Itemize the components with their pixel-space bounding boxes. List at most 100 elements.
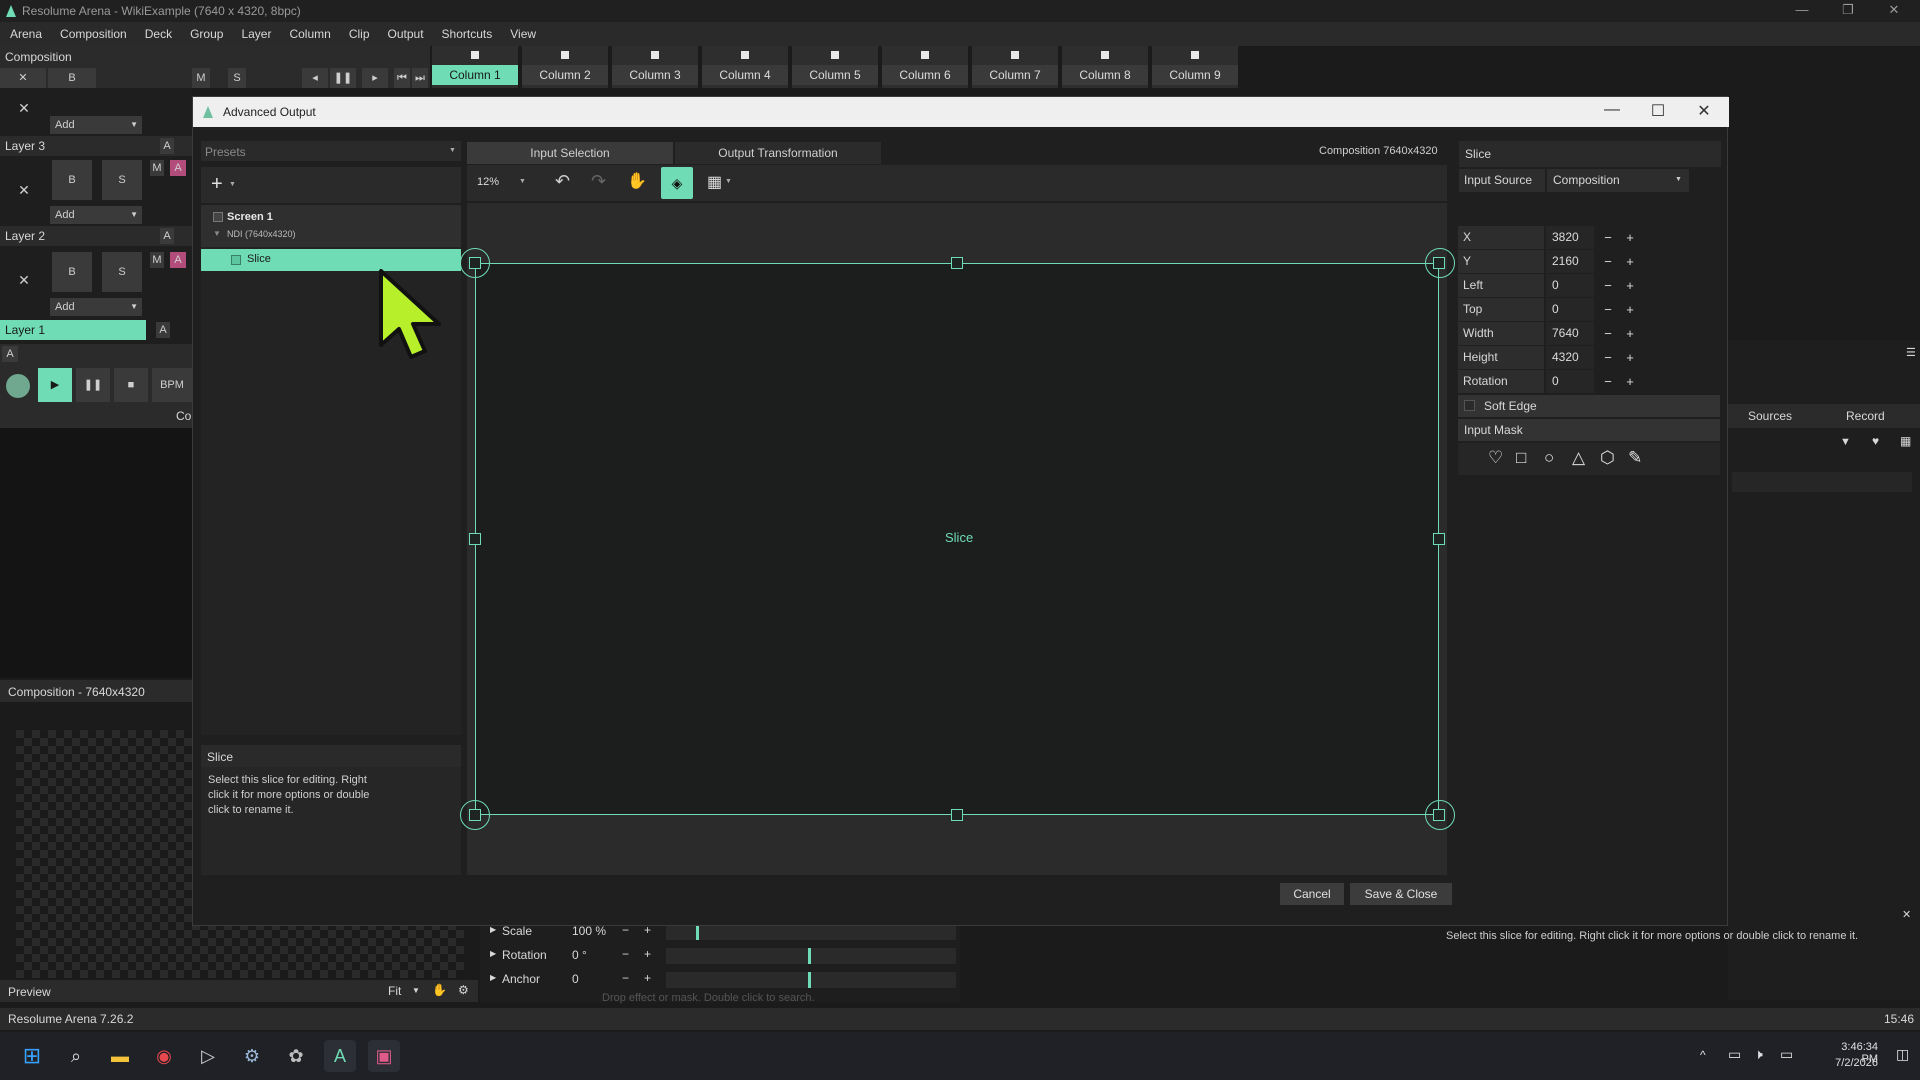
menu-deck[interactable]: Deck xyxy=(135,22,180,46)
chrome-icon[interactable]: ◉ xyxy=(148,1040,180,1072)
plus-icon[interactable]: + xyxy=(1620,250,1640,273)
battery-icon[interactable]: ▭ xyxy=(1780,1046,1793,1063)
param-scale-slider[interactable] xyxy=(666,924,956,940)
chevron-down-icon[interactable]: ▼ xyxy=(725,178,732,185)
hand-tool-icon[interactable]: ✋ xyxy=(627,171,647,191)
param-rotation-value[interactable]: 0 ° xyxy=(572,948,587,962)
handle-top[interactable] xyxy=(951,257,963,269)
plus-icon[interactable]: + xyxy=(1620,322,1640,345)
layer-2-clear-icon[interactable]: ✕ xyxy=(6,270,42,290)
browser-search-input[interactable] xyxy=(1732,472,1912,492)
search-icon[interactable]: ⌕ xyxy=(60,1040,92,1072)
menu-column[interactable]: Column xyxy=(279,22,338,46)
layer-2-mute-button[interactable]: M xyxy=(150,252,164,268)
composition-solo-button[interactable]: S xyxy=(228,68,246,88)
expand-arrow-icon[interactable]: ▶ xyxy=(490,925,496,934)
add-screen-icon[interactable]: + xyxy=(211,173,223,196)
layer-4-add-dropdown[interactable]: Add ▼ xyxy=(50,116,142,134)
rectangle-mask-icon[interactable]: □ xyxy=(1516,448,1526,468)
param-rotation-slider[interactable] xyxy=(666,948,956,964)
cancel-button[interactable]: Cancel xyxy=(1280,883,1344,905)
tab-output-transformation[interactable]: Output Transformation xyxy=(675,142,881,164)
tree-item-screen[interactable]: Screen 1 ▼ NDI (7640x4320) xyxy=(201,205,461,247)
prop-value-width[interactable]: 7640 xyxy=(1546,322,1594,345)
prop-value-height[interactable]: 4320 xyxy=(1546,346,1594,369)
param-anchor-slider[interactable] xyxy=(666,972,956,988)
chevron-down-icon[interactable]: ▼ xyxy=(229,181,236,188)
tab-input-selection[interactable]: Input Selection xyxy=(467,142,673,164)
menu-output[interactable]: Output xyxy=(378,22,432,46)
plus-icon[interactable]: + xyxy=(1620,274,1640,297)
layer-3-clear-icon[interactable]: ✕ xyxy=(6,180,42,200)
menu-composition[interactable]: Composition xyxy=(50,22,135,46)
soft-edge-checkbox[interactable] xyxy=(1464,400,1475,411)
next-column-icon[interactable]: ▸ xyxy=(362,68,388,88)
layer-3-bypass-button[interactable]: B xyxy=(52,160,92,200)
plus-icon[interactable]: + xyxy=(1620,226,1640,249)
minus-icon[interactable]: − xyxy=(1598,250,1618,273)
skip-forward-icon[interactable]: ⏭ xyxy=(412,68,428,88)
handle-bottom[interactable] xyxy=(951,809,963,821)
skip-back-icon[interactable]: ⏮ xyxy=(394,68,410,88)
handle-top-left[interactable] xyxy=(469,257,481,269)
maximize-icon[interactable]: ☐ xyxy=(1643,101,1673,123)
column-8-button[interactable]: Column 8 xyxy=(1062,46,1150,88)
menu-shortcuts[interactable]: Shortcuts xyxy=(432,22,501,46)
slider-handle[interactable] xyxy=(696,924,699,940)
soft-edge-row[interactable]: Soft Edge xyxy=(1458,395,1720,417)
layer-2-header[interactable]: Layer 2 A xyxy=(0,226,192,246)
plus-icon[interactable]: + xyxy=(1620,298,1640,321)
slider-handle[interactable] xyxy=(808,972,811,988)
triangle-mask-icon[interactable]: △ xyxy=(1572,448,1585,468)
param-anchor-value[interactable]: 0 xyxy=(572,972,579,986)
handle-top-right[interactable] xyxy=(1433,257,1445,269)
redo-icon[interactable]: ↷ xyxy=(591,171,606,192)
file-explorer-icon[interactable]: ▬ xyxy=(104,1040,136,1072)
close-icon[interactable]: ✕ xyxy=(1874,2,1914,20)
composition-bypass-button[interactable]: B xyxy=(48,68,96,88)
resolume-taskbar-icon[interactable]: A xyxy=(324,1040,356,1072)
windows-start-icon[interactable]: ⊞ xyxy=(16,1040,48,1072)
minus-icon[interactable]: − xyxy=(1598,346,1618,369)
prop-value-y[interactable]: 2160 xyxy=(1546,250,1594,273)
filter-dropdown-icon[interactable]: ▼ xyxy=(1840,436,1851,448)
paint-app-icon[interactable]: ✿ xyxy=(280,1040,312,1072)
layer-3-header[interactable]: Layer 3 A xyxy=(0,136,192,156)
minus-icon[interactable]: − xyxy=(1598,322,1618,345)
layer-2-a-toggle[interactable]: A xyxy=(170,252,186,268)
favorite-heart-icon[interactable]: ♥ xyxy=(1872,434,1879,448)
column-5-button[interactable]: Column 5 xyxy=(792,46,880,88)
prev-column-icon[interactable]: ◂ xyxy=(302,68,328,88)
menu-view[interactable]: View xyxy=(500,22,544,46)
close-icon[interactable]: ✕ xyxy=(1902,908,1911,921)
tab-sources[interactable]: Sources xyxy=(1748,409,1792,423)
polygon-mask-icon[interactable]: ⬡ xyxy=(1600,448,1615,468)
handle-bottom-right[interactable] xyxy=(1433,809,1445,821)
zoom-dropdown[interactable]: 12% xyxy=(477,176,499,188)
layer-2-bypass-button[interactable]: B xyxy=(52,252,92,292)
plus-icon[interactable]: + xyxy=(644,971,651,985)
composition-mute-button[interactable]: M xyxy=(192,68,210,88)
menu-arena[interactable]: Arena xyxy=(0,22,50,46)
ellipse-mask-icon[interactable]: ○ xyxy=(1544,448,1554,468)
plus-icon[interactable]: + xyxy=(644,947,651,961)
notifications-icon[interactable]: ◫ xyxy=(1896,1046,1909,1063)
slice-enable-checkbox[interactable] xyxy=(231,255,241,265)
panel-menu-icon[interactable]: ☰ xyxy=(1906,346,1916,359)
pause-icon[interactable]: ❚❚ xyxy=(330,68,356,88)
heart-mask-icon[interactable]: ♡ xyxy=(1488,448,1503,468)
minimize-icon[interactable]: — xyxy=(1782,2,1822,20)
undo-icon[interactable]: ↶ xyxy=(555,171,570,192)
fit-dropdown[interactable]: Fit xyxy=(388,984,401,998)
expand-arrow-icon[interactable]: ▶ xyxy=(490,949,496,958)
hand-icon[interactable]: ✋ xyxy=(432,983,447,997)
composition-clear-button[interactable]: ✕ xyxy=(0,68,46,88)
snap-tool-icon[interactable]: ◈ xyxy=(661,167,693,199)
stop-icon[interactable]: ■ xyxy=(114,368,148,402)
column-3-button[interactable]: Column 3 xyxy=(612,46,700,88)
handle-left[interactable] xyxy=(469,533,481,545)
column-4-button[interactable]: Column 4 xyxy=(702,46,790,88)
layer-3-mute-button[interactable]: M xyxy=(150,160,164,176)
slice-rectangle[interactable]: Slice xyxy=(475,263,1439,815)
tab-record[interactable]: Record xyxy=(1846,409,1885,423)
